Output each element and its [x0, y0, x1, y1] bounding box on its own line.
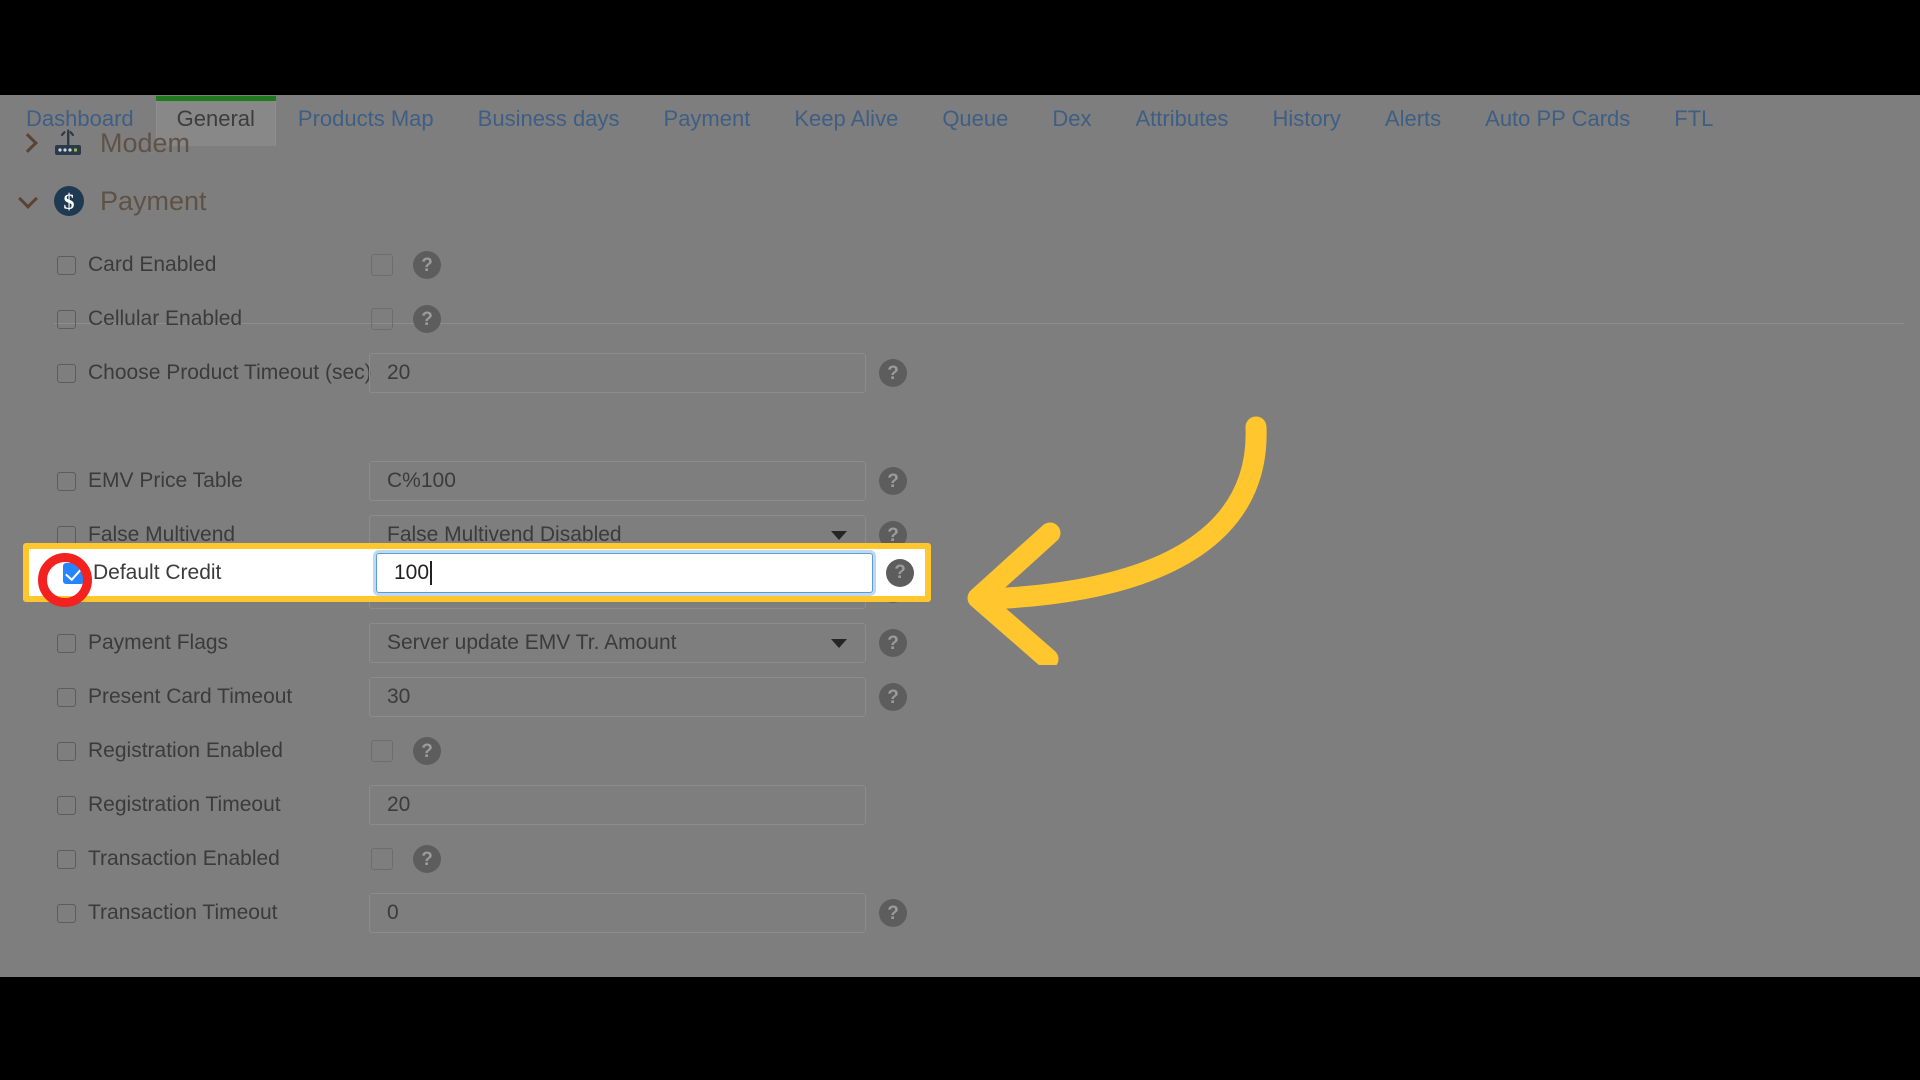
setting-row-payment-flags: Payment Flags Server update EMV Tr. Amou… [0, 616, 1920, 670]
setting-label: Transaction Timeout [88, 901, 278, 924]
question-mark-icon[interactable]: ? [886, 558, 914, 587]
setting-row-transaction-enabled: Transaction Enabled ? [0, 832, 1920, 886]
chevron-down-icon [16, 188, 42, 214]
question-mark-icon[interactable]: ? [879, 899, 907, 927]
chevron-down-icon [831, 639, 847, 648]
setting-label: Cellular Enabled [88, 307, 243, 330]
override-checkbox[interactable] [57, 633, 76, 653]
setting-row-transaction-timeout: Transaction Timeout 0 ? [0, 886, 1920, 940]
value-input[interactable]: 30 [369, 677, 866, 717]
override-checkbox[interactable] [57, 471, 76, 491]
value-checkbox[interactable] [371, 848, 393, 870]
setting-label: Payment Flags [88, 631, 229, 654]
section-label: Payment [100, 185, 207, 216]
override-checkbox[interactable] [57, 255, 76, 275]
letterbox-bottom [0, 977, 1920, 1080]
override-checkbox[interactable] [57, 903, 76, 923]
chevron-right-icon [16, 130, 42, 156]
setting-row-emv-price-table: EMV Price Table C%100 ? [0, 454, 1920, 508]
question-mark-icon[interactable]: ? [413, 251, 441, 279]
override-checkbox[interactable] [57, 795, 76, 815]
app-viewport: Dashboard General Products Map Business … [0, 95, 1920, 977]
question-mark-icon[interactable]: ? [413, 305, 441, 333]
section-header-payment[interactable]: $ Payment [0, 173, 1920, 229]
override-checkbox[interactable] [57, 687, 76, 707]
question-mark-icon[interactable]: ? [413, 845, 441, 873]
setting-label: Registration Timeout [88, 793, 281, 816]
question-mark-icon[interactable]: ? [879, 683, 907, 711]
chevron-down-icon [831, 531, 847, 540]
setting-label: Transaction Enabled [88, 847, 280, 870]
value-input[interactable]: 0 [369, 893, 866, 933]
setting-label: Card Enabled [88, 253, 217, 276]
override-checkbox[interactable] [57, 741, 76, 761]
setting-label: Default Credit [93, 560, 222, 584]
value-input[interactable]: C%100 [369, 461, 866, 501]
setting-row-card-enabled: Card Enabled ? [0, 238, 1920, 292]
setting-row-registration-timeout: Registration Timeout 20 [0, 778, 1920, 832]
question-mark-icon[interactable]: ? [879, 359, 907, 387]
value-input[interactable]: 20 [369, 785, 866, 825]
section-header-modem[interactable]: Modem [0, 115, 1920, 171]
override-checkbox[interactable] [57, 849, 76, 869]
setting-row-choose-product-timeout: Choose Product Timeout (sec) 20 ? [0, 346, 1920, 400]
default-credit-checkbox[interactable] [63, 562, 84, 584]
modem-icon [52, 126, 86, 160]
section-label: Modem [100, 127, 191, 158]
setting-label: Registration Enabled [88, 739, 283, 762]
override-checkbox[interactable] [57, 525, 76, 545]
setting-label: EMV Price Table [88, 469, 243, 492]
setting-label: Present Card Timeout [88, 685, 293, 708]
text-cursor [430, 560, 432, 585]
value-dropdown[interactable]: Server update EMV Tr. Amount [369, 623, 866, 663]
dropdown-value: Server update EMV Tr. Amount [387, 631, 677, 654]
question-mark-icon[interactable]: ? [879, 467, 907, 495]
setting-row-cellular-enabled: Cellular Enabled ? [0, 292, 1920, 346]
question-mark-icon[interactable]: ? [413, 737, 441, 765]
input-value: 100 [394, 560, 430, 584]
value-checkbox[interactable] [371, 254, 393, 276]
letterbox-top [0, 0, 1920, 95]
setting-label: Choose Product Timeout (sec) [88, 361, 372, 384]
setting-row-present-card-timeout: Present Card Timeout 30 ? [0, 670, 1920, 724]
value-checkbox[interactable] [371, 308, 393, 330]
value-input[interactable]: 20 [369, 353, 866, 393]
svg-text:$: $ [64, 189, 75, 214]
default-credit-row: Default Credit 100 ? [23, 543, 931, 602]
override-checkbox[interactable] [57, 309, 76, 329]
screenshot-root: Dashboard General Products Map Business … [0, 0, 1920, 1080]
override-checkbox[interactable] [57, 363, 76, 383]
question-mark-icon[interactable]: ? [879, 629, 907, 657]
default-credit-input[interactable]: 100 [376, 552, 873, 593]
setting-row-registration-enabled: Registration Enabled ? [0, 724, 1920, 778]
dollar-circle-icon: $ [52, 184, 86, 218]
value-checkbox[interactable] [371, 740, 393, 762]
